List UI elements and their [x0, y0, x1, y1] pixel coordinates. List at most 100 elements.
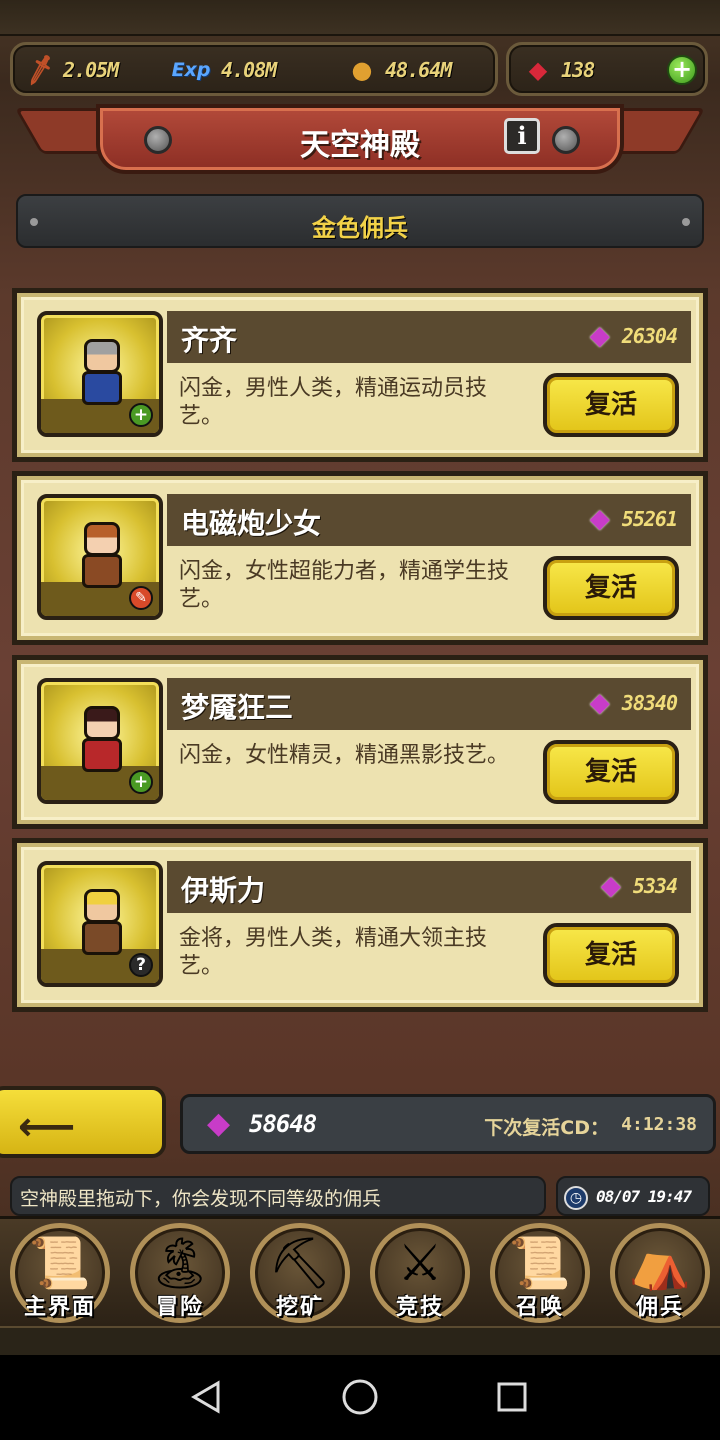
bolt-icon	[552, 126, 580, 154]
hero-card[interactable]: ? 伊斯力 ◆ 5334 金将，男性人类，精通大领主技艺。 复活	[12, 838, 708, 1012]
hero-description: 金将，男性人类，精通大领主技艺。	[179, 926, 488, 979]
revive-cost: ◆ 55261	[586, 504, 678, 534]
hero-card[interactable]: + 梦魇狂三 ◆ 38340 闪金，女性精灵，精通黑影技艺。 复活	[12, 655, 708, 829]
nav-item[interactable]: 🏝 冒险	[124, 1221, 236, 1325]
clock-box: ◷ 08/07 19:47	[556, 1176, 710, 1216]
nav-item[interactable]: 📜 召唤	[484, 1221, 596, 1325]
page-title: 天空神殿	[300, 128, 420, 163]
exp-icon: Exp	[171, 59, 211, 81]
hero-card[interactable]: ✎ 电磁炮少女 ◆ 55261 闪金，女性超能力者，精通学生技艺。 复活	[12, 471, 708, 645]
hero-name-bar: 齐齐 ◆ 26304	[167, 311, 691, 363]
add-ruby-button[interactable]: +	[667, 55, 697, 85]
revive-button[interactable]: 复活	[543, 373, 679, 437]
back-system-button[interactable]	[184, 1375, 228, 1419]
circle-home-icon	[342, 1379, 378, 1415]
nav-item[interactable]: ⛺ 佣兵	[604, 1221, 716, 1325]
revive-cost: ◆ 26304	[586, 321, 678, 351]
hero-description: 闪金，女性超能力者，精通学生技艺。	[179, 559, 510, 612]
home-system-button[interactable]	[338, 1375, 382, 1419]
hero-description: 闪金，女性精灵，精通黑影技艺。	[179, 743, 510, 768]
android-nav-bar	[0, 1355, 720, 1440]
hero-sprite-icon	[74, 522, 130, 594]
hero-portrait[interactable]: +	[37, 311, 163, 437]
tent-icon: ⛺	[628, 1234, 692, 1292]
hero-badge-icon: ?	[129, 953, 153, 977]
revive-cost: ◆ 38340	[586, 688, 678, 718]
ruby-resource: ◆ 138	[523, 55, 595, 85]
resource-bar: 🗡 2.05M Exp 4.08M ● 48.64M	[10, 42, 498, 96]
exp-resource: Exp 4.08M	[169, 55, 278, 85]
attack-resource: 🗡 2.05M	[22, 53, 120, 88]
revive-button[interactable]: 复活	[543, 923, 679, 987]
revive-button[interactable]: 复活	[543, 556, 679, 620]
cd-value: 4:12:38	[621, 1114, 697, 1135]
hero-name: 伊斯力	[181, 874, 266, 907]
gem-icon: ◆	[600, 871, 621, 901]
hero-badge-icon: +	[129, 403, 153, 427]
sprite-head	[84, 706, 120, 740]
hero-name-bar: 伊斯力 ◆ 5334	[167, 861, 691, 913]
attack-value: 2.05M	[63, 58, 119, 82]
hero-badge-icon: +	[129, 770, 153, 794]
nav-label: 佣兵	[635, 1295, 684, 1320]
datetime: 08/07 19:47	[596, 1187, 692, 1206]
cost-value: 38340	[621, 691, 678, 715]
back-button[interactable]: ⟵	[0, 1086, 166, 1158]
bottom-strip	[0, 1326, 720, 1355]
revive-info-panel: ◆ 58648 下次复活CD： 4:12:38	[180, 1094, 716, 1154]
cost-value: 55261	[621, 507, 678, 531]
gem-icon: ◆	[589, 504, 610, 534]
hero-portrait[interactable]: ?	[37, 861, 163, 987]
revive-cost: ◆ 5334	[597, 871, 678, 901]
hero-name: 梦魇狂三	[181, 691, 294, 724]
cost-value: 5334	[632, 874, 678, 898]
hero-card[interactable]: + 齐齐 ◆ 26304 闪金，男性人类，精通运动员技艺。 复活	[12, 288, 708, 462]
title-banner: 天空神殿 i	[96, 104, 624, 174]
square-recents-icon	[497, 1382, 527, 1412]
nav-label: 主界面	[23, 1295, 96, 1320]
island-icon: 🏝	[148, 1234, 212, 1292]
hero-portrait[interactable]: +	[37, 678, 163, 804]
hero-name: 电磁炮少女	[181, 507, 322, 540]
triangle-back-icon	[191, 1380, 220, 1414]
cost-value: 26304	[621, 324, 678, 348]
crossed-swords-icon: ⚔	[397, 1234, 443, 1292]
ticker-text: 空神殿里拖动下，你会发现不同等级的佣兵	[20, 1188, 382, 1210]
info-button[interactable]: i	[504, 118, 540, 154]
recents-system-button[interactable]	[490, 1375, 534, 1419]
cd-label: 下次复活CD：	[484, 1117, 609, 1139]
hero-sprite-icon	[74, 889, 130, 961]
gold-value: 48.64M	[385, 58, 452, 82]
nav-label: 冒险	[155, 1295, 204, 1320]
sword-icon: 🗡	[21, 52, 59, 88]
gem-total: 58648	[249, 1110, 317, 1138]
gold-coin-icon: ●	[351, 56, 373, 84]
clock-icon: ◷	[564, 1186, 588, 1210]
hero-portrait[interactable]: ✎	[37, 494, 163, 620]
bottom-nav: 📜 主界面 🏝 冒险 ⛏ 挖矿 ⚔ 竞技 📜 召唤 ⛺ 佣兵	[0, 1216, 720, 1326]
nav-item[interactable]: ⚔ 竞技	[364, 1221, 476, 1325]
ruby-value: 138	[561, 58, 595, 82]
category-bar[interactable]: 金色佣兵	[16, 194, 704, 248]
news-ticker: 空神殿里拖动下，你会发现不同等级的佣兵	[10, 1176, 546, 1216]
sprite-head	[84, 889, 120, 923]
dot-icon	[682, 218, 690, 226]
hero-name: 齐齐	[181, 324, 238, 357]
gem-icon: ◆	[207, 1106, 231, 1141]
sprite-head	[84, 339, 120, 373]
game-screen: 🗡 2.05M Exp 4.08M ● 48.64M ◆ 138 + 天空神殿 …	[0, 0, 720, 1355]
sprite-body	[82, 921, 122, 955]
hero-sprite-icon	[74, 706, 130, 778]
gem-icon: ◆	[589, 688, 610, 718]
exp-value: 4.08M	[221, 58, 277, 82]
sprite-body	[82, 738, 122, 772]
map-scroll-icon: 📜	[28, 1234, 92, 1292]
revive-button[interactable]: 复活	[543, 740, 679, 804]
sprite-body	[82, 554, 122, 588]
pickaxe-icon: ⛏	[268, 1234, 332, 1292]
nav-item[interactable]: 📜 主界面	[4, 1221, 116, 1325]
category-label: 金色佣兵	[312, 214, 408, 242]
nav-item[interactable]: ⛏ 挖矿	[244, 1221, 356, 1325]
nav-label: 竞技	[395, 1295, 444, 1320]
hero-description: 闪金，男性人类，精通运动员技艺。	[179, 376, 488, 429]
